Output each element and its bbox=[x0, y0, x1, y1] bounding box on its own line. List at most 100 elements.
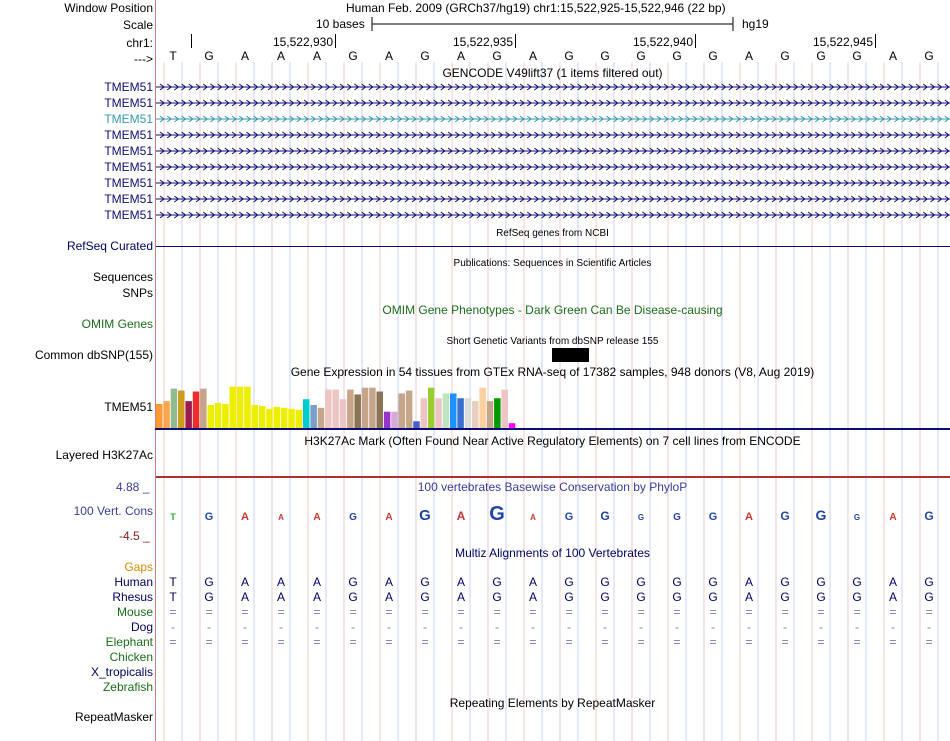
gtex-tissue-bar[interactable] bbox=[332, 389, 339, 428]
gtex-tissue-bar[interactable] bbox=[501, 389, 508, 428]
alignment-base: G bbox=[708, 590, 718, 604]
gtex-tissue-bar[interactable] bbox=[413, 421, 420, 428]
species-label[interactable]: Chicken bbox=[110, 650, 153, 664]
species-label[interactable]: Zebrafish bbox=[103, 680, 153, 694]
alignment-base: = bbox=[421, 605, 429, 619]
gtex-tissue-bar[interactable] bbox=[494, 398, 501, 428]
gtex-label[interactable]: TMEM51 bbox=[104, 400, 153, 414]
gtex-tissue-bar[interactable] bbox=[376, 391, 384, 428]
gtex-tissue-bar[interactable] bbox=[236, 386, 244, 428]
gene-transcript[interactable] bbox=[156, 81, 950, 93]
gtex-tissue-bar[interactable] bbox=[266, 408, 273, 428]
gtex-tissue-bar[interactable] bbox=[156, 404, 163, 428]
gene-transcript[interactable] bbox=[156, 177, 950, 189]
gene-label[interactable]: TMEM51 bbox=[104, 96, 153, 110]
gene-transcript[interactable] bbox=[156, 161, 950, 173]
gene-transcript[interactable] bbox=[156, 193, 950, 205]
gtex-bar-chart[interactable] bbox=[155, 378, 950, 430]
gtex-tissue-bar[interactable] bbox=[178, 390, 185, 428]
phylop-logo[interactable]: TGAAAGAGAGAGGGGGAGGGAG bbox=[155, 498, 950, 548]
gtex-tissue-bar[interactable] bbox=[479, 387, 486, 428]
species-label[interactable]: Mouse bbox=[117, 605, 153, 619]
base-letter: A bbox=[888, 49, 897, 63]
gtex-tissue-bar[interactable] bbox=[457, 398, 464, 428]
gtex-tissue-bar[interactable] bbox=[303, 399, 310, 428]
gene-label[interactable]: TMEM51 bbox=[104, 144, 153, 158]
alignment-base: = bbox=[457, 605, 465, 619]
species-label[interactable]: Dog bbox=[131, 620, 153, 634]
gtex-tissue-bar[interactable] bbox=[464, 398, 472, 428]
gtex-tissue-bar[interactable] bbox=[229, 386, 237, 428]
gtex-tissue-bar[interactable] bbox=[222, 404, 229, 428]
gtex-tissue-bar[interactable] bbox=[486, 401, 494, 428]
gtex-tissue-bar[interactable] bbox=[163, 401, 170, 428]
gene-label[interactable]: TMEM51 bbox=[104, 160, 153, 174]
gtex-tissue-bar[interactable] bbox=[200, 388, 207, 428]
multiz-gaps-label[interactable]: Gaps bbox=[124, 560, 153, 574]
gtex-tissue-bar[interactable] bbox=[435, 398, 442, 428]
gene-transcript[interactable] bbox=[156, 209, 950, 221]
h3k27ac-signal-line[interactable] bbox=[156, 476, 950, 478]
publications-snps-label[interactable]: SNPs bbox=[122, 286, 153, 300]
gtex-tissue-bar[interactable] bbox=[427, 387, 435, 428]
alignment-base: - bbox=[639, 620, 643, 634]
gtex-tissue-bar[interactable] bbox=[442, 393, 450, 428]
gtex-tissue-bar[interactable] bbox=[405, 390, 413, 428]
gtex-tissue-bar[interactable] bbox=[325, 389, 332, 428]
gene-label[interactable]: TMEM51 bbox=[104, 128, 153, 142]
gtex-tissue-bar[interactable] bbox=[347, 389, 354, 428]
refseq-label[interactable]: RefSeq Curated bbox=[67, 239, 153, 253]
gtex-tissue-bar[interactable] bbox=[508, 423, 516, 428]
publications-sequences-label[interactable]: Sequences bbox=[93, 270, 153, 284]
species-label[interactable]: X_tropicalis bbox=[91, 665, 153, 679]
gene-label[interactable]: TMEM51 bbox=[104, 208, 153, 222]
dbsnp-variant[interactable] bbox=[552, 348, 589, 362]
gtex-tissue-bar[interactable] bbox=[251, 404, 259, 428]
gtex-tissue-bar[interactable] bbox=[295, 409, 303, 428]
species-label[interactable]: Human bbox=[114, 575, 153, 589]
gtex-tissue-bar[interactable] bbox=[472, 401, 479, 428]
dbsnp-label[interactable]: Common dbSNP(155) bbox=[35, 348, 153, 362]
gtex-tissue-bar[interactable] bbox=[244, 386, 251, 428]
gene-transcript[interactable] bbox=[156, 97, 950, 109]
omim-label[interactable]: OMIM Genes bbox=[82, 317, 153, 331]
gtex-tissue-bar[interactable] bbox=[391, 411, 398, 428]
gene-transcript[interactable] bbox=[156, 145, 950, 157]
gtex-tissue-bar[interactable] bbox=[185, 401, 192, 428]
gtex-tissue-bar[interactable] bbox=[280, 407, 288, 428]
repeatmasker-label[interactable]: RepeatMasker bbox=[75, 710, 153, 724]
window-position-value[interactable]: Human Feb. 2009 (GRCh37/hg19) chr1:15,52… bbox=[346, 1, 726, 15]
species-label[interactable]: Elephant bbox=[106, 635, 153, 649]
gtex-tissue-bar[interactable] bbox=[420, 398, 428, 428]
gtex-tissue-bar[interactable] bbox=[288, 408, 295, 428]
h3k27ac-label[interactable]: Layered H3K27Ac bbox=[56, 448, 153, 462]
gtex-tissue-bar[interactable] bbox=[207, 404, 214, 428]
gtex-tissue-bar[interactable] bbox=[369, 387, 376, 428]
gene-label[interactable]: TMEM51 bbox=[104, 176, 153, 190]
gtex-tissue-bar[interactable] bbox=[339, 399, 347, 428]
gtex-tissue-bar[interactable] bbox=[273, 406, 281, 428]
gtex-tissue-bar[interactable] bbox=[361, 387, 369, 428]
gtex-tissue-bar[interactable] bbox=[354, 394, 361, 428]
scale-assembly: hg19 bbox=[742, 17, 769, 31]
gene-label[interactable]: TMEM51 bbox=[104, 112, 153, 126]
refseq-gene-line[interactable] bbox=[156, 246, 950, 247]
gene-transcript[interactable] bbox=[156, 129, 950, 141]
gtex-tissue-bar[interactable] bbox=[310, 404, 317, 428]
gtex-tissue-bar[interactable] bbox=[450, 393, 457, 428]
alignment-base: = bbox=[601, 635, 609, 649]
gtex-tissue-bar[interactable] bbox=[214, 403, 222, 428]
gtex-tissue-bar[interactable] bbox=[258, 405, 266, 428]
gtex-tissue-bar[interactable] bbox=[170, 388, 178, 428]
gtex-tissue-bar[interactable] bbox=[192, 391, 200, 428]
species-label[interactable]: Rhesus bbox=[112, 590, 153, 604]
gtex-tissue-bar[interactable] bbox=[383, 411, 391, 428]
gtex-tissue-bar[interactable] bbox=[398, 393, 406, 428]
gene-transcript[interactable] bbox=[156, 113, 950, 125]
gene-label[interactable]: TMEM51 bbox=[104, 80, 153, 94]
gene-label[interactable]: TMEM51 bbox=[104, 192, 153, 206]
phylop-label[interactable]: 100 Vert. Cons bbox=[74, 504, 153, 518]
genome-browser-image[interactable]: Window Position Human Feb. 2009 (GRCh37/… bbox=[0, 0, 950, 741]
alignment-base: A bbox=[456, 590, 465, 604]
gtex-tissue-bar[interactable] bbox=[317, 407, 325, 428]
